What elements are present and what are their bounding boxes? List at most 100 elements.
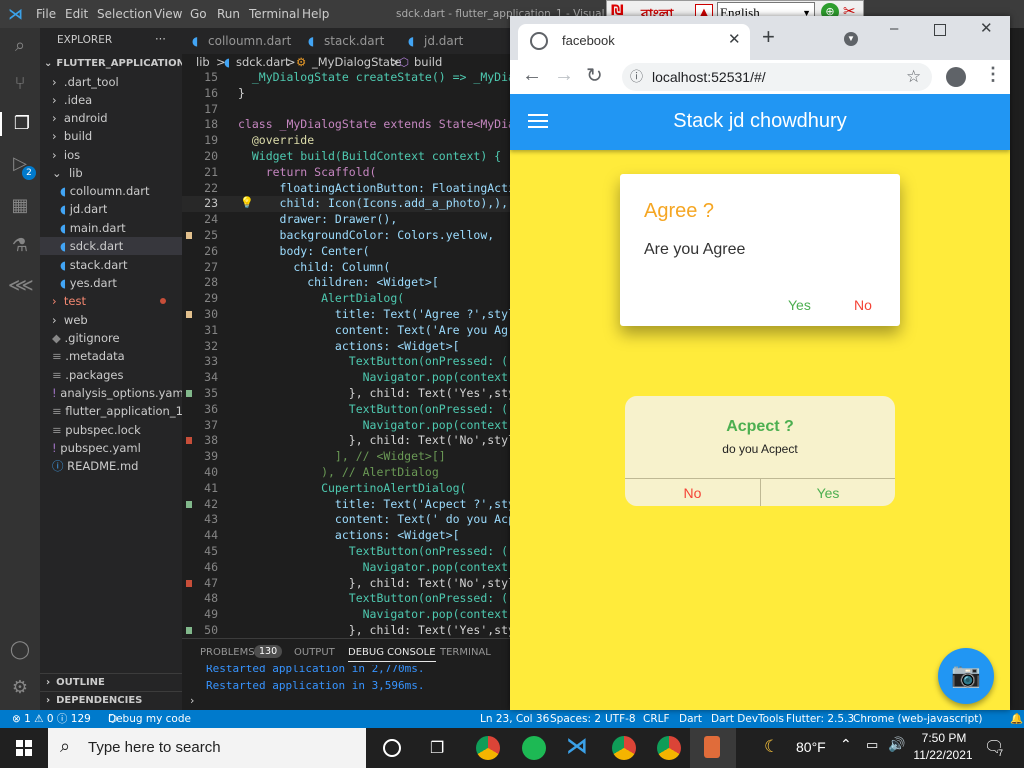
code-line[interactable]: 31 content: Text('Are you Agree: [182, 323, 512, 339]
code-line[interactable]: 47 }, child: Text('No',style:: [182, 576, 512, 592]
tree-item-idea[interactable]: › .idea: [52, 91, 92, 109]
bookmark-star-icon[interactable]: ☆: [906, 63, 921, 91]
chrome-icon[interactable]: [476, 736, 500, 760]
cortana-icon[interactable]: [383, 739, 401, 757]
tree-item-gitignore[interactable]: ◆ .gitignore: [52, 329, 120, 347]
code-line[interactable]: 38 }, child: Text('No',style:: [182, 433, 512, 449]
gear-icon[interactable]: ⚙: [8, 676, 32, 700]
code-line[interactable]: 30 title: Text('Agree ?',style:: [182, 307, 512, 323]
tab-output[interactable]: OUTPUT: [294, 647, 335, 658]
menu-dots-icon[interactable]: ⋮: [984, 64, 1002, 85]
code-line[interactable]: 19 @override: [182, 133, 512, 149]
notifications-icon[interactable]: 🔔: [1010, 710, 1023, 728]
code-line[interactable]: 28 children: <Widget>[: [182, 275, 512, 291]
vscode-icon[interactable]: ⋊: [566, 734, 588, 759]
code-line[interactable]: 23 child: Icon(Icons.add_a_photo),), //: [182, 196, 512, 213]
project-root[interactable]: ⌄FLUTTER_APPLICATION_1: [40, 55, 182, 73]
tree-item-readme[interactable]: ⓘ README.md: [52, 457, 138, 475]
code-line[interactable]: 22 floatingActionButton: FloatingAction: [182, 181, 512, 197]
clock-time[interactable]: 7:50 PM: [918, 731, 970, 745]
language-mode[interactable]: Dart: [679, 710, 702, 728]
code-line[interactable]: 20 Widget build(BuildContext context) {: [182, 149, 512, 165]
code-line[interactable]: 39 ], // <Widget>[]: [182, 449, 512, 465]
source-control-icon[interactable]: ⑂: [8, 72, 32, 96]
volume-icon[interactable]: 🔊: [888, 737, 905, 753]
code-line[interactable]: 29 AlertDialog(: [182, 291, 512, 307]
yes-button[interactable]: Yes: [788, 297, 811, 313]
code-line[interactable]: 16}: [182, 86, 512, 102]
menu-terminal[interactable]: Terminal: [249, 7, 300, 21]
reload-icon[interactable]: ↻: [586, 63, 603, 88]
code-line[interactable]: 43 content: Text(' do you Acpect: [182, 512, 512, 528]
add-photo-fab[interactable]: 📷: [938, 648, 994, 704]
tab-problems[interactable]: PROBLEMS: [200, 647, 255, 658]
outline-section[interactable]: › OUTLINE: [40, 673, 182, 692]
new-tab-icon[interactable]: +: [762, 26, 775, 48]
tree-item-test[interactable]: › test: [52, 292, 86, 310]
more-actions-icon[interactable]: ···: [155, 32, 166, 46]
code-line[interactable]: 15 _MyDialogState createState() => _MyDi…: [182, 70, 512, 86]
no-button[interactable]: No: [625, 485, 760, 501]
tree-item-pubspec-lock[interactable]: ≡ pubspec.lock: [52, 421, 141, 439]
active-app-highlight[interactable]: [690, 728, 736, 768]
menu-edit[interactable]: Edit: [65, 7, 88, 21]
breadcrumb-file[interactable]: sdck.dart: [236, 54, 290, 70]
tree-item-colloumn[interactable]: ◖ colloumn.dart: [60, 182, 150, 200]
tree-item-sdck[interactable]: ◖ sdck.dart: [40, 237, 182, 255]
tree-item-main[interactable]: ◖ main.dart: [60, 219, 126, 237]
tab-stack[interactable]: ◖ stack.dart: [298, 28, 414, 54]
tree-item-yes[interactable]: ◖ yes.dart: [60, 274, 117, 292]
code-line[interactable]: 46 Navigator.pop(context);: [182, 560, 512, 576]
tree-item-analysis-options[interactable]: ! analysis_options.yaml: [52, 384, 187, 402]
breadcrumb-class[interactable]: _MyDialogState: [312, 54, 402, 70]
task-view-icon[interactable]: ❐: [430, 738, 444, 757]
tree-item-dart-tool[interactable]: › .dart_tool: [52, 73, 119, 91]
tree-item-jd[interactable]: ◖ jd.dart: [60, 200, 107, 218]
forward-icon[interactable]: →: [554, 64, 574, 87]
encoding[interactable]: UTF-8: [605, 710, 636, 728]
target-device[interactable]: Chrome (web-javascript): [853, 710, 982, 728]
menu-go[interactable]: Go: [190, 7, 207, 21]
dependencies-section[interactable]: › DEPENDENCIES: [40, 691, 182, 710]
spotify-icon[interactable]: [522, 736, 546, 760]
chrome-icon[interactable]: [657, 736, 681, 760]
temperature[interactable]: 80°F: [796, 739, 826, 755]
close-window-icon[interactable]: ✕: [980, 19, 993, 37]
clock-date[interactable]: 11/22/2021: [908, 748, 978, 762]
explorer-icon[interactable]: ❐: [0, 112, 42, 136]
code-line[interactable]: 35 }, child: Text('Yes',style: [182, 386, 512, 402]
code-line[interactable]: 40 ), // AlertDialog: [182, 465, 512, 481]
code-line[interactable]: 27 child: Column(: [182, 260, 512, 276]
tree-item-web[interactable]: › web: [52, 311, 88, 329]
code-line[interactable]: 45 TextButton(onPressed: (){: [182, 544, 512, 560]
code-line[interactable]: 32 actions: <Widget>[: [182, 339, 512, 355]
menu-file[interactable]: File: [36, 7, 56, 21]
code-line[interactable]: 18 class _MyDialogState extends State<MyD…: [182, 117, 512, 133]
tree-item-build[interactable]: › build: [52, 127, 92, 145]
tab-debug-console[interactable]: DEBUG CONSOLE: [348, 647, 436, 662]
search-icon[interactable]: ⌕: [8, 34, 32, 58]
tree-item-lib[interactable]: ⌄ lib: [52, 164, 83, 182]
taskbar-search[interactable]: ⌕ Type here to search: [48, 728, 366, 768]
minimize-icon[interactable]: –: [890, 20, 898, 37]
flutter-version[interactable]: Flutter: 2.5.3: [786, 710, 854, 728]
code-line[interactable]: 21 return Scaffold(: [182, 165, 512, 181]
chevron-up-icon[interactable]: ⌃: [840, 737, 852, 753]
browser-tab[interactable]: facebook ✕: [518, 24, 750, 60]
code-line[interactable]: 44 actions: <Widget>[: [182, 528, 512, 544]
testing-icon[interactable]: ⚗: [8, 234, 32, 258]
tree-item-stack[interactable]: ◖ stack.dart: [60, 256, 128, 274]
tab-search-icon[interactable]: ▼: [844, 32, 858, 46]
tab-jd[interactable]: ◖ jd.dart: [398, 28, 524, 54]
code-line[interactable]: 26 body: Center(: [182, 244, 512, 260]
network-icon[interactable]: ▭: [866, 738, 878, 753]
indentation[interactable]: Spaces: 2: [550, 710, 601, 728]
code-line[interactable]: 34 Navigator.pop(context);: [182, 370, 512, 386]
cursor-position[interactable]: Ln 23, Col 36: [480, 710, 549, 728]
tree-item-packages[interactable]: ≡ .packages: [52, 366, 124, 384]
lightbulb-icon[interactable]: 💡: [240, 196, 254, 209]
code-line[interactable]: 25 backgroundColor: Colors.yellow,: [182, 228, 512, 244]
menu-help[interactable]: Help: [302, 7, 329, 21]
maximize-icon[interactable]: [934, 24, 946, 36]
code-line[interactable]: 41 CupertinoAlertDialog(: [182, 481, 512, 497]
